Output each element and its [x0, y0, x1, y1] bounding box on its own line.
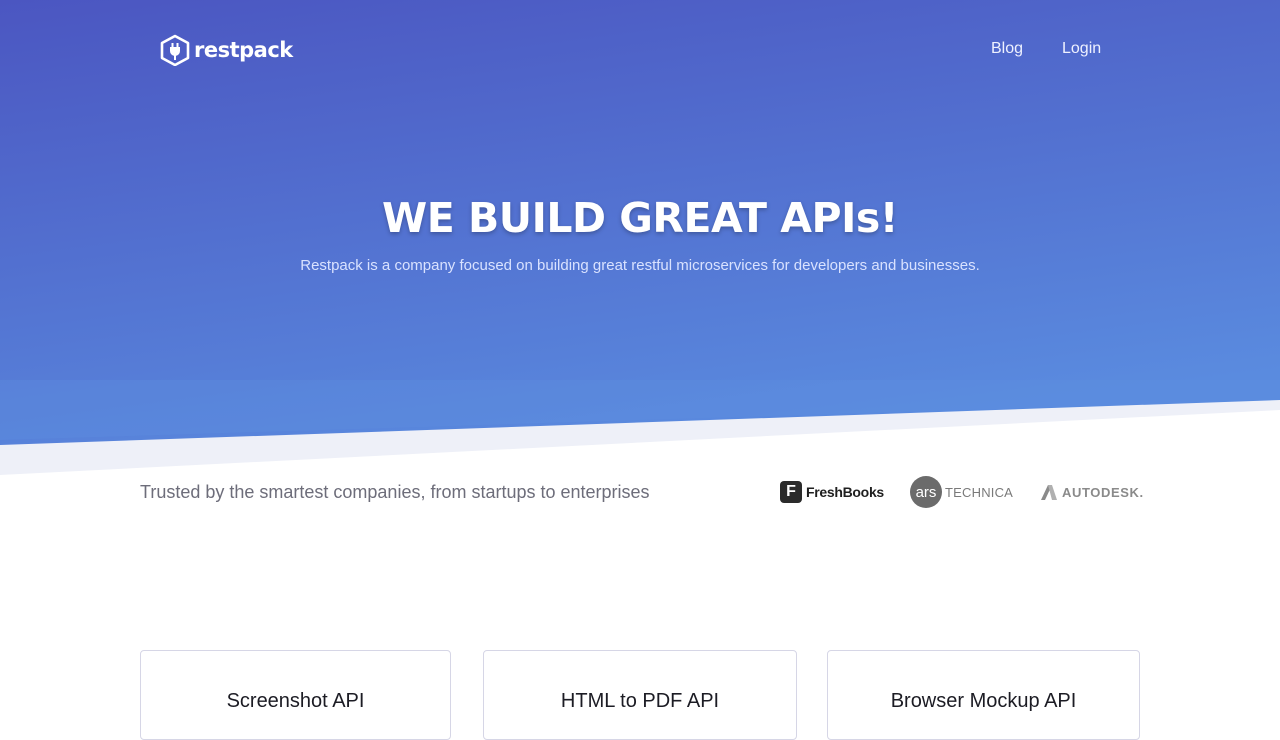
- autodesk-name: AUTODESK.: [1062, 484, 1144, 500]
- ars-technica-logo: ars TECHNICA: [910, 476, 1013, 508]
- logo-text: restpack: [194, 38, 293, 62]
- product-card-title: Browser Mockup API: [890, 690, 1077, 712]
- autodesk-icon: [1041, 485, 1057, 500]
- trusted-by-text: Trusted by the smartest companies, from …: [140, 482, 650, 502]
- product-card-screenshot-api[interactable]: Screenshot API: [140, 650, 451, 740]
- nav-link-blog[interactable]: Blog: [991, 40, 1023, 58]
- ars-technica-name: TECHNICA: [945, 484, 1014, 500]
- product-card-html-to-pdf-api[interactable]: HTML to PDF API: [483, 650, 797, 740]
- top-navigation: restpack Blog Login: [0, 0, 1280, 100]
- freshbooks-icon: F: [780, 481, 802, 503]
- logo[interactable]: restpack: [160, 34, 293, 66]
- product-card-title: HTML to PDF API: [560, 690, 720, 712]
- restpack-logo-icon: [160, 34, 190, 66]
- autodesk-logo: AUTODESK.: [1040, 476, 1144, 508]
- ars-circle-icon: ars: [910, 476, 942, 508]
- freshbooks-logo: F FreshBooks: [780, 476, 884, 508]
- hero-title: WE BUILD GREAT APIs!: [382, 194, 898, 242]
- product-card-browser-mockup-api[interactable]: Browser Mockup API: [827, 650, 1140, 740]
- hero-section: restpack Blog Login WE BUILD GREAT APIs!…: [0, 0, 1280, 480]
- hero-subtitle: Restpack is a company focused on buildin…: [300, 257, 980, 274]
- product-card-title: Screenshot API: [226, 690, 365, 712]
- nav-link-login[interactable]: Login: [1062, 40, 1101, 58]
- freshbooks-name: FreshBooks: [806, 484, 884, 500]
